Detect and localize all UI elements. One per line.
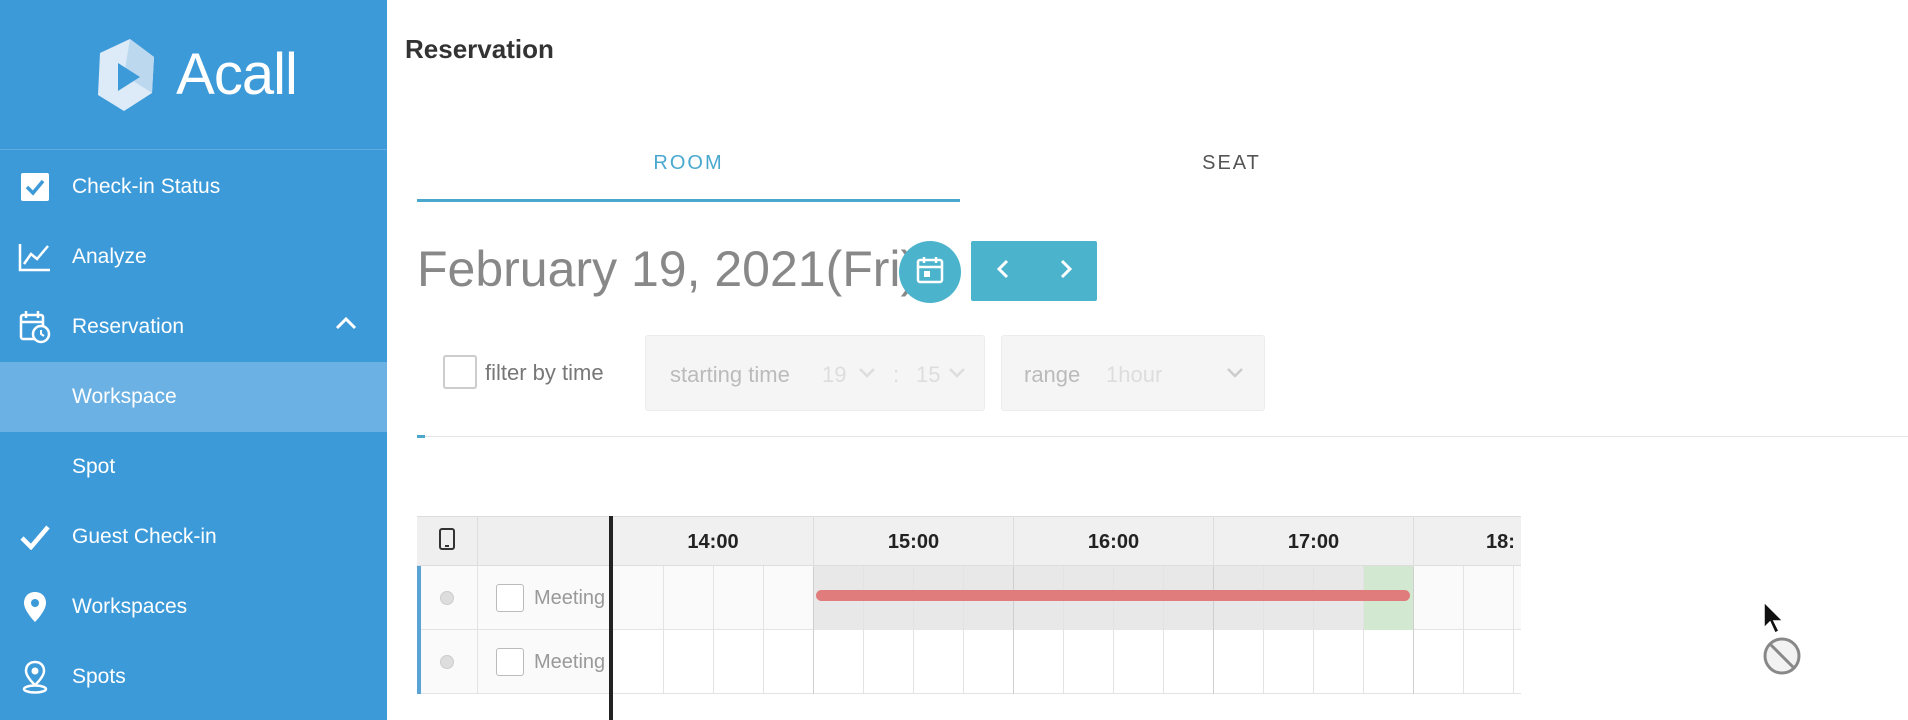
- timeline: 14:00 15:00 16:00 17:00 18:: [613, 516, 1521, 694]
- timeline-gridline: [863, 566, 864, 694]
- row-checkbox[interactable]: [496, 584, 524, 612]
- timeline-gridline: [963, 566, 964, 694]
- sidebar: Acall Check-in Status Analyze Reservatio…: [0, 0, 387, 720]
- chevron-left-icon: [996, 259, 1010, 284]
- timeline-gridline: [1213, 566, 1214, 694]
- app-root: Acall Check-in Status Analyze Reservatio…: [0, 0, 1908, 720]
- chevron-down-icon: [948, 366, 966, 384]
- sidebar-item-spot[interactable]: Spot: [0, 432, 387, 502]
- starting-time-label: starting time: [670, 362, 790, 387]
- timeline-gridline: [713, 566, 714, 694]
- calendar-button[interactable]: [899, 241, 961, 303]
- row-checkbox[interactable]: [496, 648, 524, 676]
- timeline-gridline: [1513, 566, 1514, 694]
- chevron-right-icon: [1059, 259, 1073, 284]
- sidebar-item-workspace[interactable]: Workspace: [0, 362, 387, 432]
- sidebar-item-workspaces[interactable]: Workspaces: [0, 572, 387, 642]
- sidebar-item-label: Spots: [72, 665, 126, 688]
- brand: Acall: [0, 0, 387, 150]
- acall-logo-icon: [98, 38, 155, 111]
- range-field: range 1hour: [1001, 335, 1265, 411]
- calendar-icon: [915, 255, 945, 290]
- hour-label: 17:00: [1213, 517, 1413, 567]
- active-tab-indicator: [417, 199, 960, 202]
- hour-label: 16:00: [1013, 517, 1213, 567]
- brand-name: Acall: [176, 42, 298, 107]
- timeline-gridline: [663, 566, 664, 694]
- timeline-gridline: [1113, 566, 1114, 694]
- sidebar-item-label: Spot: [72, 455, 116, 478]
- timeline-gridline: [813, 566, 814, 694]
- row-radio-cell: [417, 566, 477, 630]
- tablet-icon: [438, 527, 456, 557]
- page-title: Reservation: [405, 34, 554, 64]
- tab-room[interactable]: ROOM: [417, 152, 960, 175]
- timeline-row[interactable]: [613, 630, 1521, 694]
- range-select[interactable]: 1hour: [1106, 362, 1162, 388]
- header-device-col: [417, 517, 477, 567]
- row-radio-cell: [417, 630, 477, 694]
- checkbox-icon: [18, 170, 52, 204]
- filter-by-time-checkbox[interactable]: [443, 355, 477, 389]
- timeline-gridline: [913, 566, 914, 694]
- hour-label: 15:00: [813, 517, 1013, 567]
- timeline-gridline: [1363, 566, 1364, 694]
- range-label: range: [1024, 362, 1081, 387]
- next-date-button[interactable]: [1034, 241, 1097, 301]
- sidebar-item-label: Guest Check-in: [72, 525, 217, 548]
- timeline-gridline: [1063, 566, 1064, 694]
- tab-seat[interactable]: SEAT: [960, 152, 1503, 175]
- timeline-gridline: [1263, 566, 1264, 694]
- timeline-gridline: [1013, 566, 1014, 694]
- date-nav-buttons: [971, 241, 1097, 301]
- timeline-gridline: [1163, 566, 1164, 694]
- timeline-gridline: [1313, 566, 1314, 694]
- sidebar-item-label: Reservation: [72, 315, 185, 338]
- sidebar-item-guest-checkin[interactable]: Guest Check-in: [0, 502, 387, 572]
- check-icon: [18, 520, 52, 554]
- hour-label: 18:: [1413, 517, 1521, 567]
- sidebar-item-label: Analyze: [72, 245, 147, 268]
- sidebar-item-label: Workspaces: [72, 595, 188, 618]
- filter-by-time-label: filter by time: [485, 360, 604, 385]
- timeline-gridline: [1463, 566, 1464, 694]
- chevron-down-icon: [858, 366, 876, 384]
- divider: [417, 436, 1908, 437]
- hour-label: 14:00: [687, 530, 739, 553]
- minute-select[interactable]: 15: [916, 362, 940, 388]
- chevron-down-icon: [1226, 366, 1244, 384]
- calendar-clock-icon: [18, 310, 52, 344]
- row-radio[interactable]: [440, 591, 454, 605]
- date-title: February 19, 2021(Fri): [417, 241, 918, 297]
- progress-indicator: [417, 435, 425, 438]
- sidebar-item-label: Check-in Status: [72, 175, 221, 198]
- time-separator: :: [893, 362, 900, 387]
- not-allowed-icon: [1762, 636, 1802, 681]
- mouse-cursor-icon: [1762, 600, 1786, 641]
- sidebar-item-checkin-status[interactable]: Check-in Status: [0, 152, 387, 222]
- hour-select[interactable]: 19: [822, 362, 846, 388]
- booking-bar[interactable]: [816, 590, 1410, 601]
- timeline-gridline: [1413, 566, 1414, 694]
- location-person-icon: [18, 660, 52, 694]
- starting-time-field: starting time 19 : 15: [645, 335, 985, 411]
- chart-line-icon: [18, 240, 52, 274]
- timeline-header: 14:00 15:00 16:00 17:00 18:: [613, 516, 1521, 567]
- sidebar-item-spots[interactable]: Spots: [0, 642, 387, 712]
- sidebar-item-analyze[interactable]: Analyze: [0, 222, 387, 292]
- prev-date-button[interactable]: [971, 241, 1034, 301]
- sidebar-item-reservation[interactable]: Reservation: [0, 292, 387, 362]
- row-radio[interactable]: [440, 655, 454, 669]
- chevron-up-icon: [335, 315, 357, 336]
- sidebar-item-label: Workspace: [72, 385, 177, 408]
- map-pin-icon: [18, 590, 52, 624]
- timeline-gridline: [763, 566, 764, 694]
